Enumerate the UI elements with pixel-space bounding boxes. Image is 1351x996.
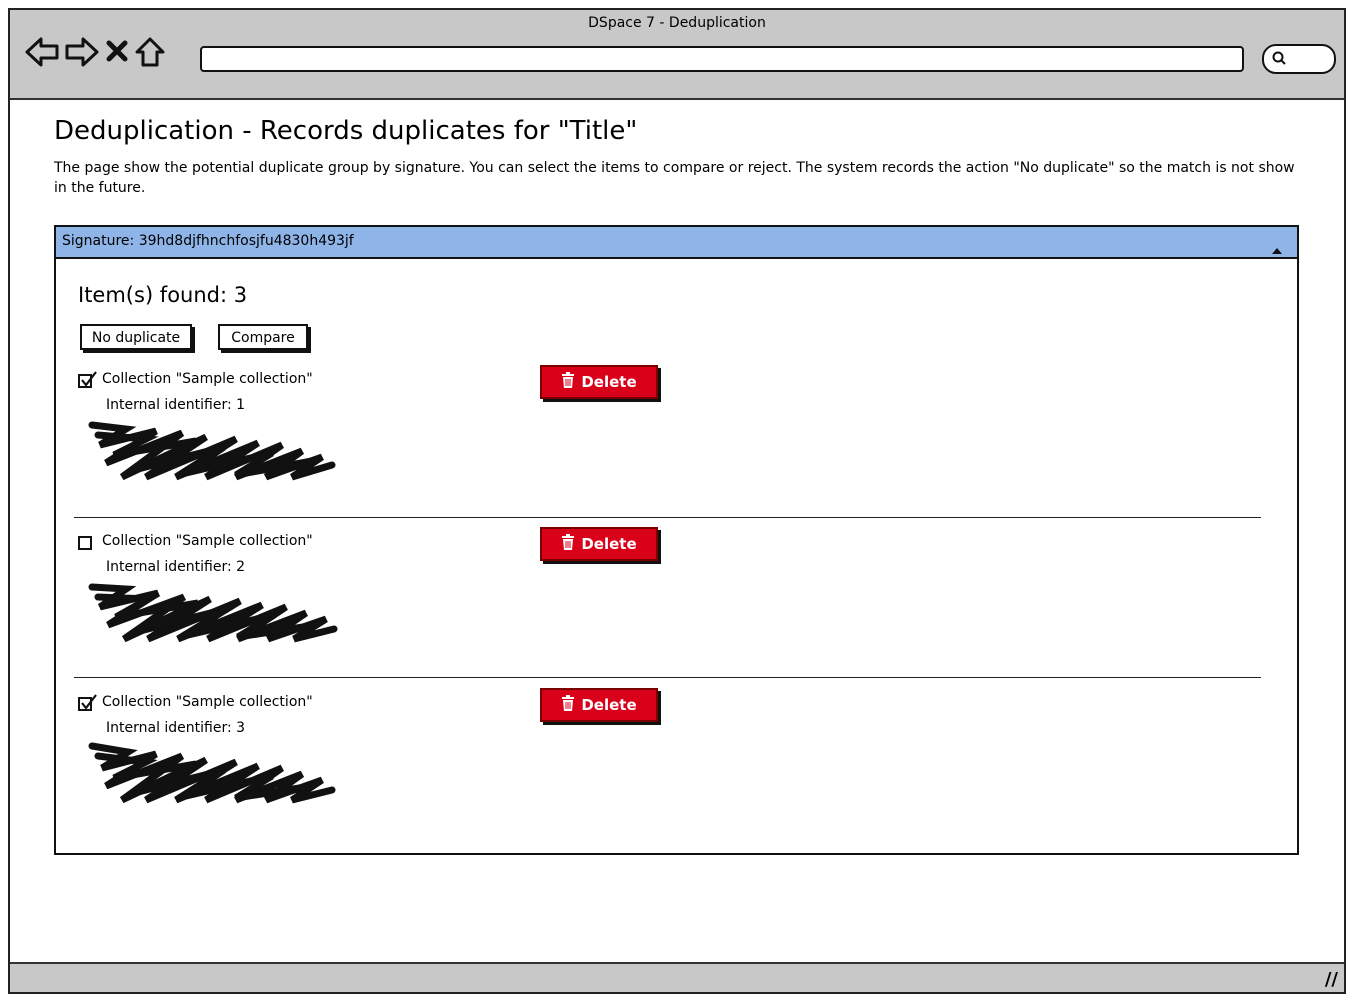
item-checkbox[interactable] (78, 371, 97, 388)
trash-icon (561, 534, 575, 554)
compare-button[interactable]: Compare (218, 324, 308, 350)
back-icon[interactable] (24, 35, 60, 69)
page-content: Deduplication - Records duplicates for "… (10, 100, 1344, 962)
window-title: DSpace 7 - Deduplication (588, 15, 766, 31)
redacted-text-scribble (88, 421, 336, 481)
delete-label: Delete (581, 696, 637, 714)
item-divider (74, 517, 1261, 518)
signature-header[interactable]: Signature: 39hd8djfhnchfosjfu4830h493jf (56, 227, 1297, 259)
url-input[interactable] (200, 46, 1244, 72)
item-identifier: Internal identifier: 3 (106, 720, 246, 736)
delete-label: Delete (581, 535, 637, 553)
browser-chrome: DSpace 7 - Deduplication (10, 10, 1344, 100)
delete-button[interactable]: Delete (540, 365, 658, 399)
home-icon[interactable] (134, 35, 166, 69)
redacted-text-scribble (88, 583, 338, 643)
trash-icon (561, 372, 575, 392)
item-collection: Collection "Sample collection" (102, 533, 313, 549)
page-description: The page show the potential duplicate gr… (54, 160, 1295, 196)
duplicate-item: Collection "Sample collection" Internal … (56, 688, 1297, 850)
signature-label: Signature: 39hd8djfhnchfosjfu4830h493jf (62, 233, 354, 249)
forward-icon[interactable] (64, 35, 100, 69)
stop-icon[interactable] (104, 35, 130, 69)
collapse-up-icon[interactable] (1271, 240, 1283, 259)
item-identifier: Internal identifier: 1 (106, 397, 246, 413)
search-field[interactable] (1262, 44, 1336, 74)
item-divider (74, 677, 1261, 678)
trash-icon (561, 695, 575, 715)
item-collection: Collection "Sample collection" (102, 371, 313, 387)
delete-button[interactable]: Delete (540, 527, 658, 561)
redacted-text-scribble (88, 742, 336, 804)
browser-window: DSpace 7 - Deduplication Deduplication -… (8, 8, 1346, 994)
no-duplicate-button[interactable]: No duplicate (80, 324, 192, 350)
resize-grip-icon[interactable]: // (1325, 969, 1338, 990)
duplicate-item: Collection "Sample collection" Internal … (56, 527, 1297, 689)
delete-label: Delete (581, 373, 637, 391)
duplicate-item: Collection "Sample collection" Internal … (56, 365, 1297, 527)
nav-buttons (24, 34, 166, 70)
duplicate-group-panel: Signature: 39hd8djfhnchfosjfu4830h493jf … (54, 225, 1299, 855)
delete-button[interactable]: Delete (540, 688, 658, 722)
item-checkbox[interactable] (78, 536, 92, 550)
item-checkbox[interactable] (78, 694, 97, 711)
status-bar: // (10, 962, 1344, 992)
item-identifier: Internal identifier: 2 (106, 559, 246, 575)
page-title: Deduplication - Records duplicates for "… (54, 116, 638, 146)
item-collection: Collection "Sample collection" (102, 694, 313, 710)
items-found-label: Item(s) found: 3 (78, 283, 248, 307)
